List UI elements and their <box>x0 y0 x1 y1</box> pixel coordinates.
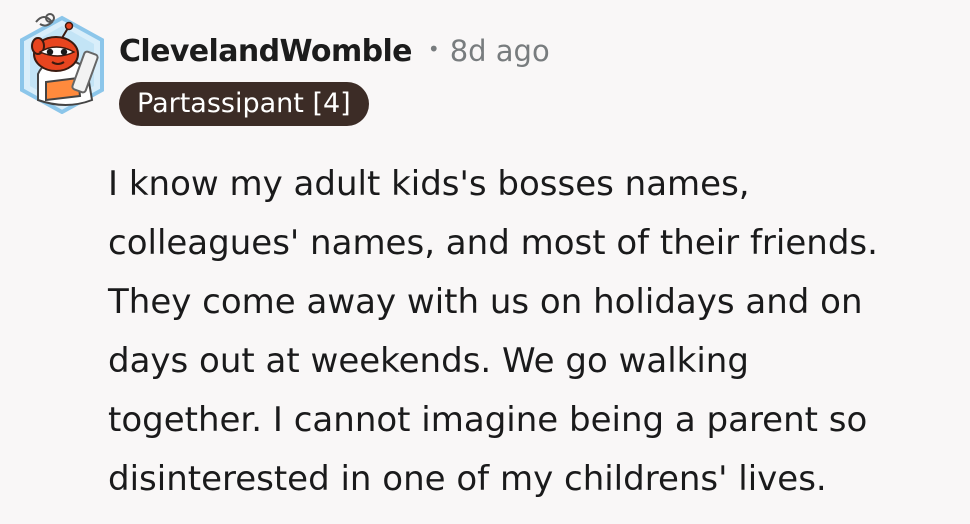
author-username[interactable]: ClevelandWomble <box>119 34 413 69</box>
comment-header: ClevelandWomble • 8d ago <box>119 28 550 74</box>
comment: ClevelandWomble • 8d ago Partassipant [4… <box>0 0 970 524</box>
snoo-avatar-icon[interactable] <box>16 12 108 115</box>
comment-body-line: together. I cannot imagine being a paren… <box>108 400 868 440</box>
comment-body-line: colleagues' names, and most of their fri… <box>108 223 878 263</box>
comment-body-line: They come away with us on holidays and o… <box>108 282 863 322</box>
comment-body-line: disinterested in one of my childrens' li… <box>108 459 827 499</box>
comment-timestamp[interactable]: 8d ago <box>450 34 550 68</box>
comment-body-line: I know my adult kids's bosses names, <box>108 164 750 204</box>
comment-body: I know my adult kids's bosses names, col… <box>108 155 958 509</box>
user-flair-badge: Partassipant [4] <box>119 82 369 126</box>
separator-dot: • <box>427 37 440 61</box>
comment-body-line: days out at weekends. We go walking <box>108 341 749 381</box>
